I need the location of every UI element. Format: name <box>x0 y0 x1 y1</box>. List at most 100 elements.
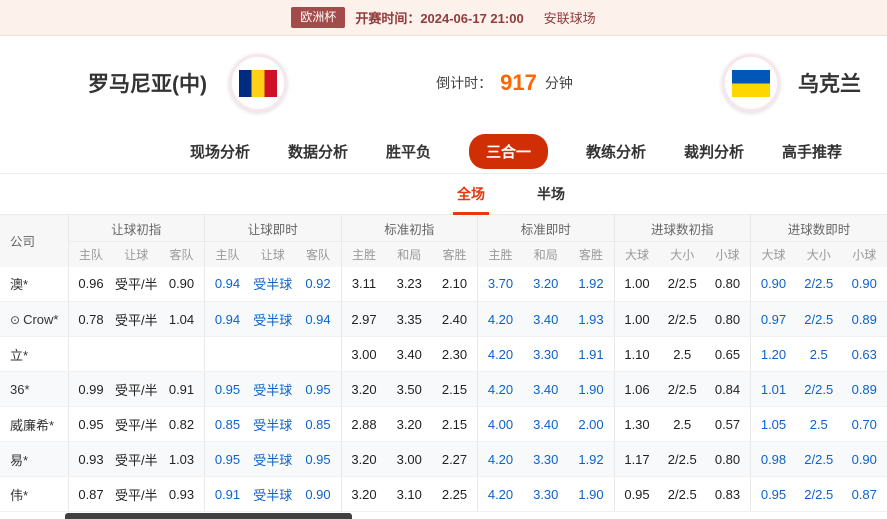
odds-cell[interactable]: 1.20 <box>750 336 796 372</box>
company-cell[interactable]: 立* <box>0 336 68 372</box>
odds-cell[interactable]: 2/2.5 <box>796 441 842 477</box>
company-cell[interactable]: ⊙ Crow* <box>0 301 68 337</box>
odds-cell[interactable]: 2/2.5 <box>796 476 842 512</box>
odds-cell[interactable]: 4.20 <box>477 371 523 407</box>
countdown: 倒计时： 917 分钟 <box>287 70 722 96</box>
odds-cell[interactable]: 0.92 <box>295 266 341 302</box>
odds-cell[interactable] <box>295 336 341 372</box>
sub-header: 大球 <box>613 241 660 267</box>
odds-cell[interactable]: 受半球 <box>250 476 296 512</box>
odds-cell[interactable]: 0.94 <box>295 301 341 337</box>
odds-cell[interactable]: 1.92 <box>568 441 614 477</box>
odds-cell[interactable]: 4.20 <box>477 441 523 477</box>
odds-cell[interactable]: 1.90 <box>568 476 614 512</box>
table-row: 立* 3.00 3.40 2.30 4.20 3.30 1.91 1.10 2.5 0.65 1.2… <box>0 336 887 372</box>
odds-cell[interactable]: 4.20 <box>477 336 523 372</box>
nav-tab-4[interactable]: 三合一 <box>468 134 548 169</box>
company-cell[interactable]: 威廉希* <box>0 406 68 442</box>
odds-cell[interactable]: 1.93 <box>568 301 614 337</box>
odds-cell[interactable]: 0.85 <box>204 406 250 442</box>
odds-cell[interactable]: 3.30 <box>523 441 569 477</box>
odds-cell[interactable]: 受半球 <box>250 441 296 477</box>
odds-cell[interactable]: 4.20 <box>477 476 523 512</box>
odds-cell[interactable]: 0.90 <box>841 266 887 302</box>
odds-cell[interactable]: 受半球 <box>250 371 296 407</box>
odds-cell[interactable]: 0.90 <box>841 441 887 477</box>
odds-cell[interactable]: 4.20 <box>477 301 523 337</box>
odds-cell[interactable]: 0.70 <box>841 406 887 442</box>
odds-cell: 2.97 <box>340 301 387 337</box>
odds-cell[interactable]: 4.00 <box>477 406 523 442</box>
odds-cell: 2.30 <box>432 336 478 372</box>
odds-cell[interactable]: 受半球 <box>250 266 296 302</box>
odds-cell[interactable]: 3.30 <box>523 336 569 372</box>
group-header-6: 进球数即时 <box>750 214 887 242</box>
nav-tab-1[interactable]: 现场分析 <box>190 141 250 162</box>
company-cell[interactable]: 澳* <box>0 266 68 302</box>
odds-cell[interactable]: 0.87 <box>841 476 887 512</box>
odds-cell[interactable]: 1.01 <box>750 371 796 407</box>
odds-cell[interactable]: 1.91 <box>568 336 614 372</box>
odds-cell <box>113 336 159 372</box>
sub-tab-2[interactable]: 半场 <box>535 182 567 206</box>
odds-cell[interactable]: 1.05 <box>750 406 796 442</box>
odds-cell: 0.87 <box>67 476 114 512</box>
odds-cell[interactable]: 0.85 <box>295 406 341 442</box>
sub-header: 主胜 <box>477 241 523 267</box>
odds-cell[interactable]: 0.95 <box>204 371 250 407</box>
odds-cell[interactable]: 2/2.5 <box>796 301 842 337</box>
odds-cell[interactable]: 3.40 <box>523 406 569 442</box>
odds-cell: 1.03 <box>159 441 205 477</box>
odds-cell[interactable]: 0.94 <box>204 266 250 302</box>
odds-cell[interactable]: 2/2.5 <box>796 266 842 302</box>
company-cell[interactable]: 易* <box>0 441 68 477</box>
nav-tab-2[interactable]: 数据分析 <box>288 141 348 162</box>
odds-cell[interactable]: 0.90 <box>295 476 341 512</box>
nav-tab-5[interactable]: 教练分析 <box>586 141 646 162</box>
group-header-1: 让球初指 <box>67 214 205 242</box>
odds-cell[interactable]: 受半球 <box>250 301 296 337</box>
odds-cell[interactable]: 3.30 <box>523 476 569 512</box>
odds-cell[interactable]: 2.00 <box>568 406 614 442</box>
odds-cell: 3.40 <box>386 336 432 372</box>
odds-cell[interactable]: 2.5 <box>796 336 842 372</box>
odds-cell: 0.90 <box>159 266 205 302</box>
odds-cell[interactable]: 1.92 <box>568 266 614 302</box>
odds-cell[interactable]: 0.94 <box>204 301 250 337</box>
odds-cell[interactable]: 1.90 <box>568 371 614 407</box>
odds-cell: 2.88 <box>340 406 387 442</box>
odds-cell: 0.82 <box>159 406 205 442</box>
odds-cell[interactable] <box>250 336 296 372</box>
company-cell[interactable]: 伟* <box>0 476 68 512</box>
odds-cell[interactable]: 2.5 <box>796 406 842 442</box>
odds-cell[interactable]: 3.40 <box>523 301 569 337</box>
nav-tab-3[interactable]: 胜平负 <box>386 141 431 162</box>
odds-cell[interactable]: 0.95 <box>295 371 341 407</box>
odds-cell[interactable]: 0.95 <box>295 441 341 477</box>
odds-cell[interactable]: 3.20 <box>523 266 569 302</box>
ukraine-flag <box>732 69 770 97</box>
odds-cell[interactable]: 0.89 <box>841 371 887 407</box>
odds-cell[interactable] <box>204 336 250 372</box>
odds-cell[interactable]: 0.98 <box>750 441 796 477</box>
odds-cell[interactable]: 0.95 <box>750 476 796 512</box>
odds-cell[interactable]: 受半球 <box>250 406 296 442</box>
odds-cell[interactable]: 0.97 <box>750 301 796 337</box>
odds-cell[interactable]: 2/2.5 <box>796 371 842 407</box>
company-cell[interactable]: 36* <box>0 371 68 407</box>
odds-cell[interactable]: 0.89 <box>841 301 887 337</box>
odds-cell[interactable]: 0.95 <box>204 441 250 477</box>
sub-tab-1[interactable]: 全场 <box>453 182 489 215</box>
odds-cell[interactable]: 0.63 <box>841 336 887 372</box>
nav-tab-7[interactable]: 高手推荐 <box>782 141 842 162</box>
nav-tab-6[interactable]: 裁判分析 <box>684 141 744 162</box>
odds-cell[interactable]: 0.90 <box>750 266 796 302</box>
odds-cell: 0.93 <box>67 441 114 477</box>
odds-cell: 0.80 <box>705 266 751 302</box>
odds-cell: 3.20 <box>340 476 387 512</box>
odds-cell[interactable]: 0.91 <box>204 476 250 512</box>
odds-cell: 0.91 <box>159 371 205 407</box>
odds-cell[interactable]: 3.70 <box>477 266 523 302</box>
odds-cell[interactable]: 3.40 <box>523 371 569 407</box>
scrollbar-thumb[interactable] <box>65 513 352 519</box>
